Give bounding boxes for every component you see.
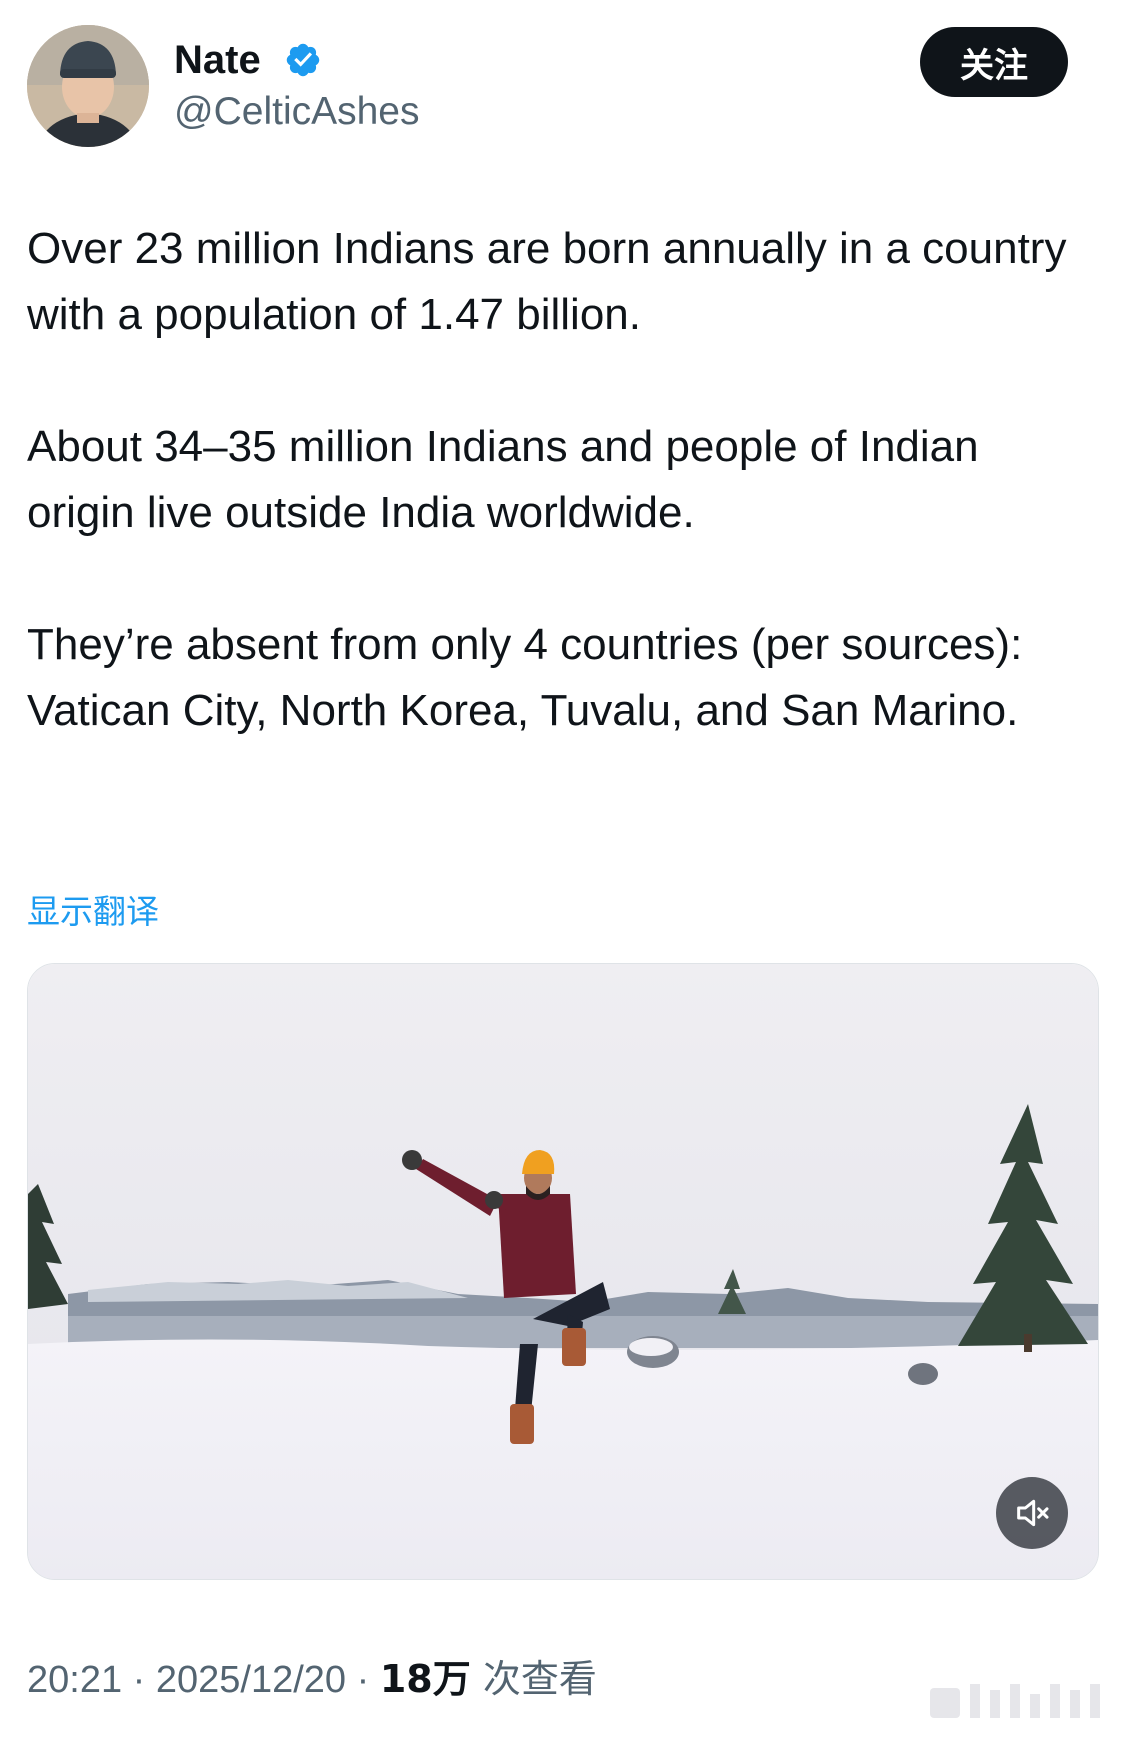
mute-toggle-button[interactable] — [996, 1477, 1068, 1549]
show-translation-link[interactable]: 显示翻译 — [27, 890, 159, 934]
tweet-meta: 20:21 · 2025/12/20 · 18万 次查看 — [27, 1655, 597, 1704]
meta-separator: · — [346, 1659, 380, 1701]
tweet-paragraph: Over 23 million Indians are born annuall… — [27, 224, 1067, 339]
verified-badge-icon — [286, 43, 320, 77]
speaker-muted-icon — [1017, 1499, 1049, 1527]
tweet-text: Over 23 million Indians are born annuall… — [27, 216, 1087, 744]
meta-separator: · — [122, 1659, 156, 1701]
tweet-paragraph: They’re absent from only 4 countries (pe… — [27, 620, 1023, 735]
views-count: 18万 — [379, 1657, 471, 1701]
author-handle[interactable]: @CelticAshes — [174, 88, 420, 136]
tweet-date[interactable]: 2025/12/20 — [156, 1659, 346, 1701]
video-thumbnail — [28, 964, 1098, 1579]
tweet-time[interactable]: 20:21 — [27, 1659, 122, 1701]
author-display-name[interactable]: Nate — [174, 36, 261, 84]
views-label: 次查看 — [470, 1657, 597, 1701]
follow-button[interactable]: 关注 — [920, 27, 1068, 97]
profile-avatar — [27, 25, 149, 147]
tweet-paragraph: About 34–35 million Indians and people o… — [27, 422, 979, 537]
watermark-logo — [930, 1684, 1100, 1718]
author-avatar[interactable] — [27, 25, 149, 147]
video-player[interactable] — [27, 963, 1099, 1580]
